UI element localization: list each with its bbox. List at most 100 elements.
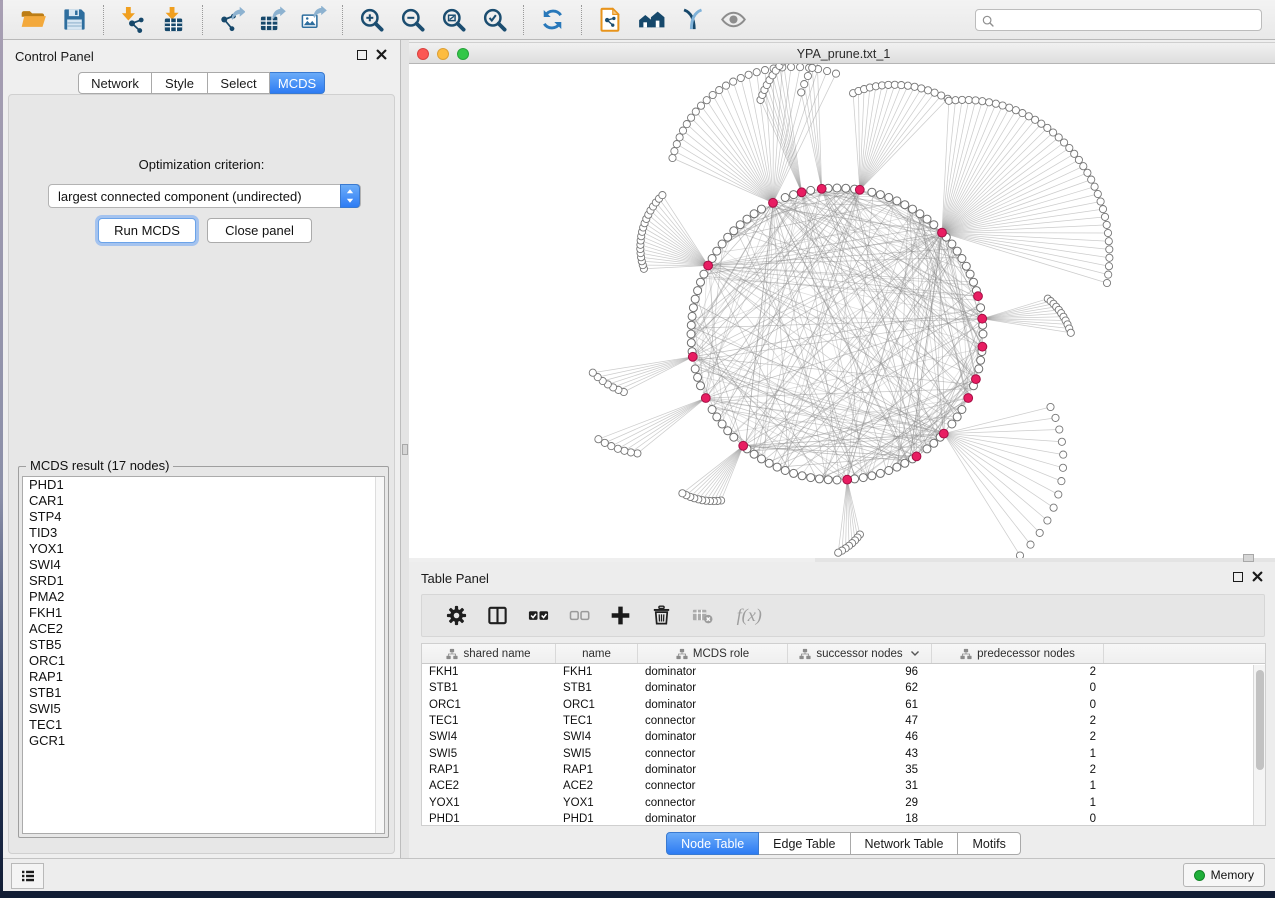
graph-node[interactable] [833,184,841,192]
graph-node[interactable] [758,455,766,463]
tab-mcds[interactable]: MCDS [270,72,325,94]
export-image-icon[interactable] [300,6,327,33]
graph-node[interactable] [1055,491,1062,498]
column-header-successor-nodes[interactable]: successor nodes [788,644,932,663]
run-mcds-button[interactable]: Run MCDS [98,218,196,243]
settings-gear-icon[interactable] [445,604,468,627]
graph-node[interactable] [978,314,987,323]
graph-node[interactable] [687,321,695,329]
network-view[interactable] [409,64,1275,558]
mcds-result-item[interactable]: PHD1 [23,477,384,493]
graph-node[interactable] [669,154,676,161]
graph-node[interactable] [679,490,686,497]
graph-node[interactable] [970,278,978,286]
graph-node[interactable] [945,97,952,104]
graph-node[interactable] [758,205,766,213]
graph-node[interactable] [964,394,973,403]
graph-node[interactable] [979,98,986,105]
graph-node[interactable] [959,96,966,103]
graph-node[interactable] [683,121,690,128]
tab-network-table[interactable]: Network Table [851,832,959,855]
graph-node[interactable] [743,215,751,223]
graph-node[interactable] [730,433,738,441]
vizmapper-icon[interactable] [679,6,706,33]
graph-node[interactable] [876,191,884,199]
mcds-result-item[interactable]: SWI4 [23,557,384,573]
save-session-icon[interactable] [61,6,88,33]
graph-node[interactable] [930,221,938,229]
graph-node[interactable] [1050,504,1057,511]
graph-node[interactable] [765,459,773,467]
memory-button[interactable]: Memory [1183,863,1265,887]
delete-icon[interactable] [650,604,673,627]
result-list-scrollbar[interactable] [375,477,384,833]
graph-node[interactable] [876,469,884,477]
table-row[interactable]: STB1STB1dominator620 [422,680,1265,696]
graph-node[interactable] [842,184,850,192]
graph-node[interactable] [1097,198,1104,205]
graph-node[interactable] [589,369,596,376]
table-row[interactable]: YOX1YOX1connector291 [422,794,1265,810]
mcds-result-item[interactable]: GCR1 [23,733,384,749]
graph-node[interactable] [1106,246,1113,253]
graph-node[interactable] [809,64,816,71]
columns-icon[interactable] [486,604,509,627]
graph-node[interactable] [948,240,956,248]
mcds-result-item[interactable]: STB5 [23,637,384,653]
graph-node[interactable] [938,92,945,99]
graph-node[interactable] [953,413,961,421]
task-history-button[interactable] [11,863,44,889]
graph-node[interactable] [992,100,999,107]
graph-node[interactable] [804,72,811,79]
table-row[interactable]: RAP1RAP1dominator352 [422,762,1265,778]
table-row[interactable]: ACE2ACE2connector311 [422,778,1265,794]
mcds-result-item[interactable]: ACE2 [23,621,384,637]
graph-node[interactable] [736,221,744,229]
optimization-criterion-select[interactable]: largest connected component (undirected) [48,184,361,208]
graph-node[interactable] [918,85,925,92]
import-network-icon[interactable] [119,6,146,33]
graph-node[interactable] [691,295,699,303]
mcds-result-item[interactable]: TEC1 [23,717,384,733]
graph-node[interactable] [697,278,705,286]
graph-node[interactable] [807,474,815,482]
graph-node[interactable] [939,429,948,438]
column-header-predecessor-nodes[interactable]: predecessor nodes [932,644,1104,663]
network-document-icon[interactable] [597,6,624,33]
mcds-result-item[interactable]: FKH1 [23,605,384,621]
tab-node-table[interactable]: Node Table [666,832,759,855]
graph-node[interactable] [962,262,970,270]
tab-motifs[interactable]: Motifs [958,832,1020,855]
search-input[interactable] [998,11,1258,29]
graph-node[interactable] [781,467,789,475]
mcds-result-item[interactable]: SWI5 [23,701,384,717]
splitter-grip[interactable] [1243,554,1254,562]
graph-node[interactable] [750,450,758,458]
graph-node[interactable] [1058,478,1065,485]
zoom-selected-icon[interactable] [481,6,508,33]
tab-network[interactable]: Network [78,72,152,94]
graph-node[interactable] [1036,529,1043,536]
graph-node[interactable] [898,82,905,89]
network-window-titlebar[interactable]: YPA_prune.txt_1 [409,42,1275,64]
deselect-all-icon[interactable] [568,604,591,627]
graph-node[interactable] [1091,183,1098,190]
graph-node[interactable] [753,69,760,76]
column-header-name[interactable]: name [556,644,638,663]
graph-node[interactable] [730,78,737,85]
table-row[interactable]: PHD1PHD1dominator180 [422,811,1265,827]
graph-node[interactable] [1106,254,1113,261]
graph-node[interactable] [673,141,680,148]
graph-node[interactable] [916,210,924,218]
graph-node[interactable] [977,304,985,312]
mcds-result-item[interactable]: SRD1 [23,573,384,589]
graph-node[interactable] [1047,403,1054,410]
graph-node[interactable] [718,420,726,428]
graph-node[interactable] [1094,190,1101,197]
network-graph[interactable] [409,64,1275,558]
table-row[interactable]: ORC1ORC1dominator610 [422,697,1265,713]
graph-node[interactable] [769,198,778,207]
graph-node[interactable] [716,87,723,94]
graph-node[interactable] [730,227,738,235]
mcds-result-item[interactable]: ORC1 [23,653,384,669]
